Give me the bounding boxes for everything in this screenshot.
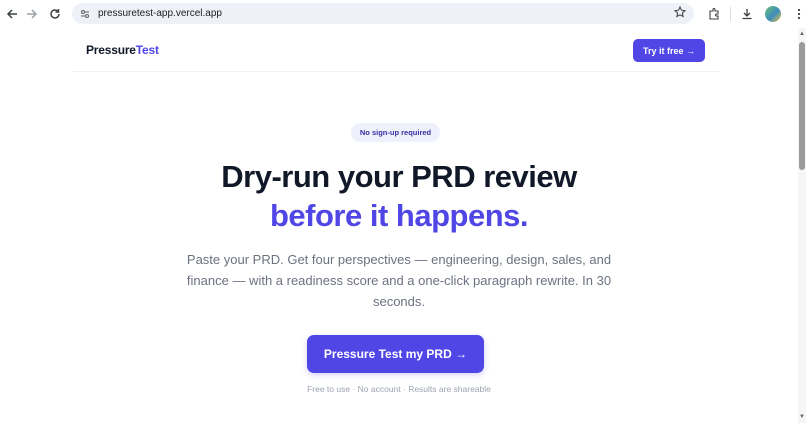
extensions-icon[interactable] (704, 4, 724, 24)
try-it-free-button[interactable]: Try it free → (633, 39, 705, 62)
vertical-scrollbar[interactable]: ▲ ▼ (798, 28, 806, 423)
toolbar-divider (730, 7, 731, 21)
pressure-test-button[interactable]: Pressure Test my PRD → (307, 335, 484, 373)
hero-footnote: Free to use · No account · Results are s… (307, 384, 491, 394)
logo-part-pressure: Pressure (86, 43, 136, 57)
hero-title-line1: Dry-run your PRD review (221, 159, 577, 194)
back-arrow-icon[interactable] (1, 3, 23, 25)
forward-arrow-icon[interactable] (21, 3, 43, 25)
logo-part-test: Test (135, 43, 159, 57)
url-text[interactable]: pressuretest-app.vercel.app (98, 8, 222, 19)
site-settings-icon[interactable] (78, 7, 92, 21)
reload-icon[interactable] (44, 3, 66, 25)
hero-title-line2: before it happens. (270, 198, 528, 233)
bookmark-star-icon[interactable] (673, 5, 687, 21)
download-icon[interactable] (737, 4, 757, 24)
more-menu-icon[interactable] (789, 4, 806, 24)
profile-avatar[interactable] (763, 4, 783, 24)
scrollbar-thumb[interactable] (799, 42, 805, 170)
scroll-down-icon[interactable]: ▼ (799, 414, 805, 420)
address-bar[interactable]: pressuretest-app.vercel.app (72, 3, 694, 24)
browser-toolbar: pressuretest-app.vercel.app (0, 0, 806, 28)
scroll-up-icon[interactable]: ▲ (799, 31, 805, 37)
no-signup-badge: No sign-up required (351, 123, 440, 142)
logo[interactable]: PressureTest (86, 43, 159, 57)
hero-subtitle: Paste your PRD. Get four perspectives — … (186, 252, 612, 309)
page-content: PressureTest Try it free → No sign-up re… (0, 28, 798, 423)
site-header: PressureTest Try it free → (72, 28, 720, 72)
